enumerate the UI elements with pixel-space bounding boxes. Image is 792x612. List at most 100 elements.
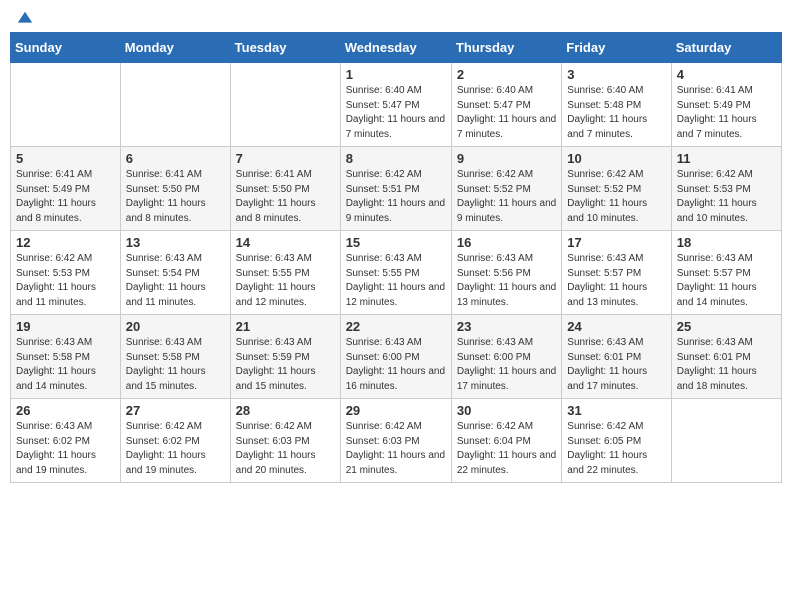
- calendar-cell: 14 Sunrise: 6:43 AMSunset: 5:55 PMDayligh…: [230, 231, 340, 315]
- calendar-cell: 30Sunrise: 6:42 AMSunset: 6:04 PMDayligh…: [451, 399, 561, 483]
- calendar-cell: 21 Sunrise: 6:43 AMSunset: 5:59 PMDayligh…: [230, 315, 340, 399]
- calendar-cell: 10 Sunrise: 6:42 AMSunset: 5:52 PMDayligh…: [562, 147, 671, 231]
- day-number: 27: [126, 403, 225, 418]
- day-number: 9: [457, 151, 556, 166]
- day-info: Sunrise: 6:43 AMSunset: 5:55 PMDaylight:…: [236, 252, 335, 310]
- day-number: 18: [677, 235, 776, 250]
- day-info: Sunrise: 6:43 AMSunset: 6:00 PMDaylight:…: [457, 336, 556, 394]
- day-number: 1: [346, 67, 446, 82]
- calendar-cell: 23Sunrise: 6:43 AMSunset: 6:00 PMDayligh…: [451, 315, 561, 399]
- calendar-cell: 11 Sunrise: 6:42 AMSunset: 5:53 PMDayligh…: [671, 147, 781, 231]
- day-info: Sunrise: 6:43 AMSunset: 5:56 PMDaylight:…: [457, 252, 556, 310]
- day-number: 24: [567, 319, 665, 334]
- day-number: 13: [126, 235, 225, 250]
- calendar-week-row: 5Sunrise: 6:41 AMSunset: 5:49 PMDaylight…: [11, 147, 782, 231]
- day-info: Sunrise: 6:42 AMSunset: 6:03 PMDaylight:…: [346, 420, 446, 478]
- day-number: 26: [16, 403, 115, 418]
- day-number: 7: [236, 151, 335, 166]
- calendar-cell: 31 Sunrise: 6:42 AMSunset: 6:05 PMDayligh…: [562, 399, 671, 483]
- day-info: Sunrise: 6:42 AMSunset: 6:05 PMDaylight:…: [567, 420, 665, 478]
- day-info: Sunrise: 6:42 AMSunset: 5:52 PMDaylight:…: [457, 168, 556, 226]
- day-info: Sunrise: 6:42 AMSunset: 5:53 PMDaylight:…: [677, 168, 776, 226]
- day-info: Sunrise: 6:42 AMSunset: 5:53 PMDaylight:…: [16, 252, 115, 310]
- day-number: 28: [236, 403, 335, 418]
- calendar-cell: [11, 63, 121, 147]
- day-number: 10: [567, 151, 665, 166]
- calendar-cell: 20Sunrise: 6:43 AMSunset: 5:58 PMDayligh…: [120, 315, 230, 399]
- day-info: Sunrise: 6:42 AMSunset: 5:52 PMDaylight:…: [567, 168, 665, 226]
- day-info: Sunrise: 6:41 AMSunset: 5:50 PMDaylight:…: [236, 168, 335, 226]
- day-info: Sunrise: 6:43 AMSunset: 6:02 PMDaylight:…: [16, 420, 115, 478]
- day-number: 8: [346, 151, 446, 166]
- calendar-week-row: 1 Sunrise: 6:40 AMSunset: 5:47 PMDaylight…: [11, 63, 782, 147]
- day-info: Sunrise: 6:42 AMSunset: 5:51 PMDaylight:…: [346, 168, 446, 226]
- day-number: 25: [677, 319, 776, 334]
- day-info: Sunrise: 6:43 AMSunset: 6:01 PMDaylight:…: [567, 336, 665, 394]
- calendar-cell: 18 Sunrise: 6:43 AMSunset: 5:57 PMDayligh…: [671, 231, 781, 315]
- calendar-cell: 25 Sunrise: 6:43 AMSunset: 6:01 PMDayligh…: [671, 315, 781, 399]
- day-number: 5: [16, 151, 115, 166]
- calendar-cell: 28Sunrise: 6:42 AMSunset: 6:03 PMDayligh…: [230, 399, 340, 483]
- day-number: 31: [567, 403, 665, 418]
- day-number: 2: [457, 67, 556, 82]
- day-number: 14: [236, 235, 335, 250]
- calendar-cell: 5Sunrise: 6:41 AMSunset: 5:49 PMDaylight…: [11, 147, 121, 231]
- day-number: 15: [346, 235, 446, 250]
- day-number: 4: [677, 67, 776, 82]
- calendar-cell: 3 Sunrise: 6:40 AMSunset: 5:48 PMDaylight…: [562, 63, 671, 147]
- day-info: Sunrise: 6:43 AMSunset: 5:58 PMDaylight:…: [16, 336, 115, 394]
- calendar-cell: 12 Sunrise: 6:42 AMSunset: 5:53 PMDayligh…: [11, 231, 121, 315]
- day-info: Sunrise: 6:43 AMSunset: 5:59 PMDaylight:…: [236, 336, 335, 394]
- day-info: Sunrise: 6:41 AMSunset: 5:50 PMDaylight:…: [126, 168, 225, 226]
- calendar-week-row: 19 Sunrise: 6:43 AMSunset: 5:58 PMDayligh…: [11, 315, 782, 399]
- day-number: 6: [126, 151, 225, 166]
- day-number: 17: [567, 235, 665, 250]
- calendar-header-row: SundayMondayTuesdayWednesdayThursdayFrid…: [11, 33, 782, 63]
- calendar-cell: 13 Sunrise: 6:43 AMSunset: 5:54 PMDayligh…: [120, 231, 230, 315]
- day-number: 16: [457, 235, 556, 250]
- calendar-cell: 29 Sunrise: 6:42 AMSunset: 6:03 PMDayligh…: [340, 399, 451, 483]
- day-number: 12: [16, 235, 115, 250]
- day-info: Sunrise: 6:40 AMSunset: 5:48 PMDaylight:…: [567, 84, 665, 142]
- calendar-cell: [120, 63, 230, 147]
- calendar-cell: 17 Sunrise: 6:43 AMSunset: 5:57 PMDayligh…: [562, 231, 671, 315]
- day-of-week-header: Thursday: [451, 33, 561, 63]
- calendar-cell: 9 Sunrise: 6:42 AMSunset: 5:52 PMDaylight…: [451, 147, 561, 231]
- calendar-week-row: 12 Sunrise: 6:42 AMSunset: 5:53 PMDayligh…: [11, 231, 782, 315]
- day-number: 19: [16, 319, 115, 334]
- calendar-cell: 16 Sunrise: 6:43 AMSunset: 5:56 PMDayligh…: [451, 231, 561, 315]
- calendar-cell: 24 Sunrise: 6:43 AMSunset: 6:01 PMDayligh…: [562, 315, 671, 399]
- day-info: Sunrise: 6:43 AMSunset: 5:58 PMDaylight:…: [126, 336, 225, 394]
- day-info: Sunrise: 6:43 AMSunset: 5:54 PMDaylight:…: [126, 252, 225, 310]
- day-info: Sunrise: 6:43 AMSunset: 5:57 PMDaylight:…: [567, 252, 665, 310]
- logo: [14, 10, 34, 24]
- calendar-cell: 1 Sunrise: 6:40 AMSunset: 5:47 PMDaylight…: [340, 63, 451, 147]
- day-of-week-header: Friday: [562, 33, 671, 63]
- calendar-week-row: 26 Sunrise: 6:43 AMSunset: 6:02 PMDayligh…: [11, 399, 782, 483]
- calendar-cell: 8 Sunrise: 6:42 AMSunset: 5:51 PMDaylight…: [340, 147, 451, 231]
- day-number: 21: [236, 319, 335, 334]
- calendar-cell: 7 Sunrise: 6:41 AMSunset: 5:50 PMDaylight…: [230, 147, 340, 231]
- calendar-cell: 19 Sunrise: 6:43 AMSunset: 5:58 PMDayligh…: [11, 315, 121, 399]
- day-info: Sunrise: 6:41 AMSunset: 5:49 PMDaylight:…: [677, 84, 776, 142]
- calendar-cell: [230, 63, 340, 147]
- day-of-week-header: Saturday: [671, 33, 781, 63]
- day-info: Sunrise: 6:40 AMSunset: 5:47 PMDaylight:…: [346, 84, 446, 142]
- day-number: 3: [567, 67, 665, 82]
- calendar-cell: 26 Sunrise: 6:43 AMSunset: 6:02 PMDayligh…: [11, 399, 121, 483]
- calendar-cell: [671, 399, 781, 483]
- calendar-cell: 15Sunrise: 6:43 AMSunset: 5:55 PMDayligh…: [340, 231, 451, 315]
- calendar-cell: 22Sunrise: 6:43 AMSunset: 6:00 PMDayligh…: [340, 315, 451, 399]
- day-number: 11: [677, 151, 776, 166]
- day-number: 22: [346, 319, 446, 334]
- calendar-cell: 4 Sunrise: 6:41 AMSunset: 5:49 PMDaylight…: [671, 63, 781, 147]
- page-header: [10, 10, 782, 24]
- day-info: Sunrise: 6:42 AMSunset: 6:02 PMDaylight:…: [126, 420, 225, 478]
- day-info: Sunrise: 6:43 AMSunset: 6:01 PMDaylight:…: [677, 336, 776, 394]
- day-info: Sunrise: 6:43 AMSunset: 5:57 PMDaylight:…: [677, 252, 776, 310]
- calendar-cell: 27 Sunrise: 6:42 AMSunset: 6:02 PMDayligh…: [120, 399, 230, 483]
- day-of-week-header: Wednesday: [340, 33, 451, 63]
- day-info: Sunrise: 6:42 AMSunset: 6:04 PMDaylight:…: [457, 420, 556, 478]
- calendar-table: SundayMondayTuesdayWednesdayThursdayFrid…: [10, 32, 782, 483]
- day-number: 29: [346, 403, 446, 418]
